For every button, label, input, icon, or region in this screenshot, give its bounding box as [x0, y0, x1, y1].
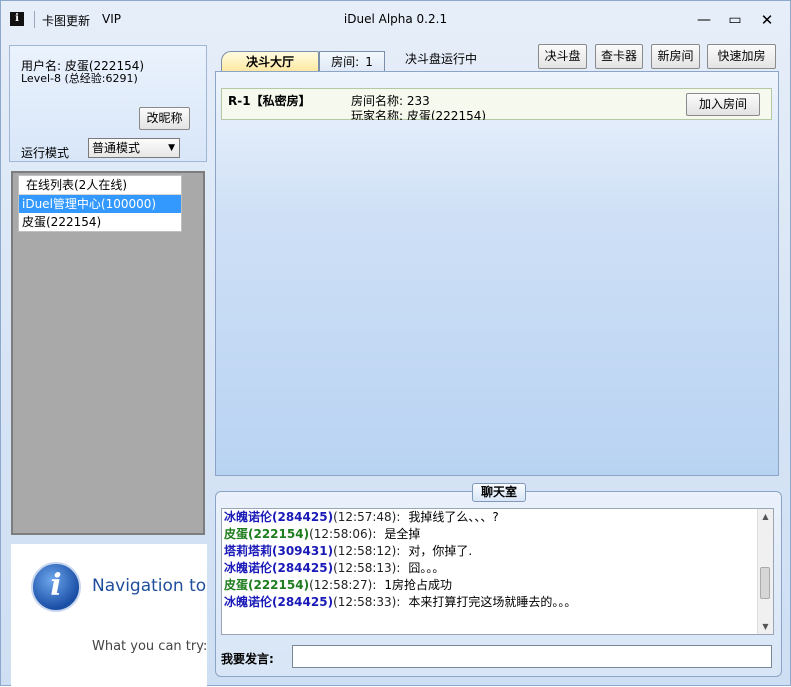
say-label: 我要发言:	[221, 652, 274, 666]
run-mode-value: 普通模式	[92, 141, 141, 155]
new-room-button[interactable]: 新房间	[651, 44, 700, 69]
tab-room[interactable]: 房间: 1	[319, 51, 385, 71]
window-title: iDuel Alpha 0.2.1	[343, 12, 448, 26]
quick-join-button[interactable]: 快速加房	[707, 44, 776, 69]
duel-hall-area: R-1【私密房】 房间名称: 233 玩家名称: 皮蛋(222154) 加入房间	[215, 71, 779, 476]
tab-duel-hall[interactable]: 决斗大厅	[221, 51, 319, 71]
join-room-button[interactable]: 加入房间	[686, 93, 760, 116]
main-window: i 卡图更新 VIP iDuel Alpha 0.2.1 — ▭ ✕ 用户名: …	[0, 0, 791, 687]
chat-time: (12:58:06):	[309, 527, 377, 541]
chat-time: (12:58:33):	[333, 595, 401, 609]
navigation-message: Navigation to the webpage was canceled	[92, 576, 207, 596]
chat-message: 冰魄诺伦(284425)(12:58:13): 囧。。。	[222, 560, 773, 577]
maximize-icon[interactable]: ▭	[722, 9, 748, 31]
close-icon[interactable]: ✕	[754, 9, 780, 31]
scroll-thumb[interactable]	[760, 567, 770, 599]
online-user-item[interactable]: iDuel管理中心(100000)	[19, 195, 181, 213]
chat-sender: 皮蛋(222154)	[224, 527, 310, 541]
chevron-down-icon: ▼	[168, 143, 175, 153]
room-id: R-1【私密房】	[228, 94, 311, 108]
room-count: 1	[365, 55, 373, 69]
room-player: 玩家名称: 皮蛋(222154)	[351, 109, 487, 120]
chat-text: 1房抢占成功	[384, 578, 453, 592]
chat-message: 冰魄诺伦(284425)(12:57:48): 我掉线了么、、、?	[222, 509, 773, 526]
chat-sender: 皮蛋(222154)	[224, 578, 310, 592]
chat-text: 是全掉	[384, 527, 421, 541]
chat-scrollbar[interactable]: ▲ ▼	[757, 509, 773, 634]
chat-message: 塔莉塔莉(309431)(12:58:12): 对，你掉了.	[222, 543, 773, 560]
level-text: Level-8 (总经验:6291)	[21, 72, 138, 85]
chat-message: 皮蛋(222154)(12:58:27): 1房抢占成功	[222, 577, 773, 594]
chat-text: 对，你掉了.	[408, 544, 473, 558]
chat-message: 皮蛋(222154)(12:58:06): 是全掉	[222, 526, 773, 543]
online-user-item[interactable]: 皮蛋(222154)	[19, 213, 181, 231]
chat-time: (12:58:12):	[333, 544, 401, 558]
run-mode-label: 运行模式	[21, 146, 70, 160]
online-list-header: 在线列表(2人在线)	[19, 176, 181, 195]
scroll-up-icon[interactable]: ▲	[758, 509, 773, 524]
chat-text: 囧。。。	[408, 561, 445, 575]
info-icon: i	[31, 562, 81, 612]
chat-sender: 冰魄诺伦(284425)	[224, 510, 334, 524]
scroll-down-icon[interactable]: ▼	[758, 619, 773, 634]
title-bar: i 卡图更新 VIP iDuel Alpha 0.2.1 — ▭ ✕	[1, 1, 790, 39]
chat-title: 聊天室	[472, 483, 526, 502]
tab-room-label: 房间:	[331, 55, 360, 69]
chat-sender: 塔莉塔莉(309431)	[224, 544, 334, 558]
navigation-canceled-pane: i Navigation to the webpage was canceled…	[11, 544, 207, 687]
chat-sender: 冰魄诺伦(284425)	[224, 561, 334, 575]
duel-disk-status: 决斗盘运行中	[405, 52, 478, 66]
run-mode-select[interactable]: 普通模式 ▼	[88, 138, 180, 158]
rename-button[interactable]: 改昵称	[139, 107, 190, 130]
chat-time: (12:58:27):	[309, 578, 377, 592]
chat-sender: 冰魄诺伦(284425)	[224, 595, 334, 609]
chat-text: 本来打算打完这场就睡去的。。。	[408, 595, 577, 609]
online-list-panel: 在线列表(2人在线) iDuel管理中心(100000) 皮蛋(222154)	[11, 171, 205, 535]
card-checker-button[interactable]: 查卡器	[595, 44, 643, 69]
minimize-icon[interactable]: —	[691, 9, 717, 31]
chat-room: 聊天室 冰魄诺伦(284425)(12:57:48): 我掉线了么、、、? 皮蛋(2…	[215, 483, 782, 677]
online-list: 在线列表(2人在线) iDuel管理中心(100000) 皮蛋(222154)	[18, 175, 182, 232]
chat-time: (12:58:13):	[333, 561, 401, 575]
room-card: R-1【私密房】 房间名称: 233 玩家名称: 皮蛋(222154) 加入房间	[221, 88, 772, 120]
navigation-try-text: What you can try:	[92, 639, 207, 654]
chat-message: 冰魄诺伦(284425)(12:58:33): 本来打算打完这场就睡去的。。。	[222, 594, 773, 611]
say-input[interactable]	[292, 645, 772, 668]
chat-text: 我掉线了么、、、?	[408, 510, 499, 524]
duel-disk-button[interactable]: 决斗盘	[538, 44, 587, 69]
chat-time: (12:57:48):	[333, 510, 401, 524]
chat-log: 冰魄诺伦(284425)(12:57:48): 我掉线了么、、、? 皮蛋(22215…	[221, 508, 774, 635]
chat-lines: 冰魄诺伦(284425)(12:57:48): 我掉线了么、、、? 皮蛋(22215…	[222, 509, 773, 611]
